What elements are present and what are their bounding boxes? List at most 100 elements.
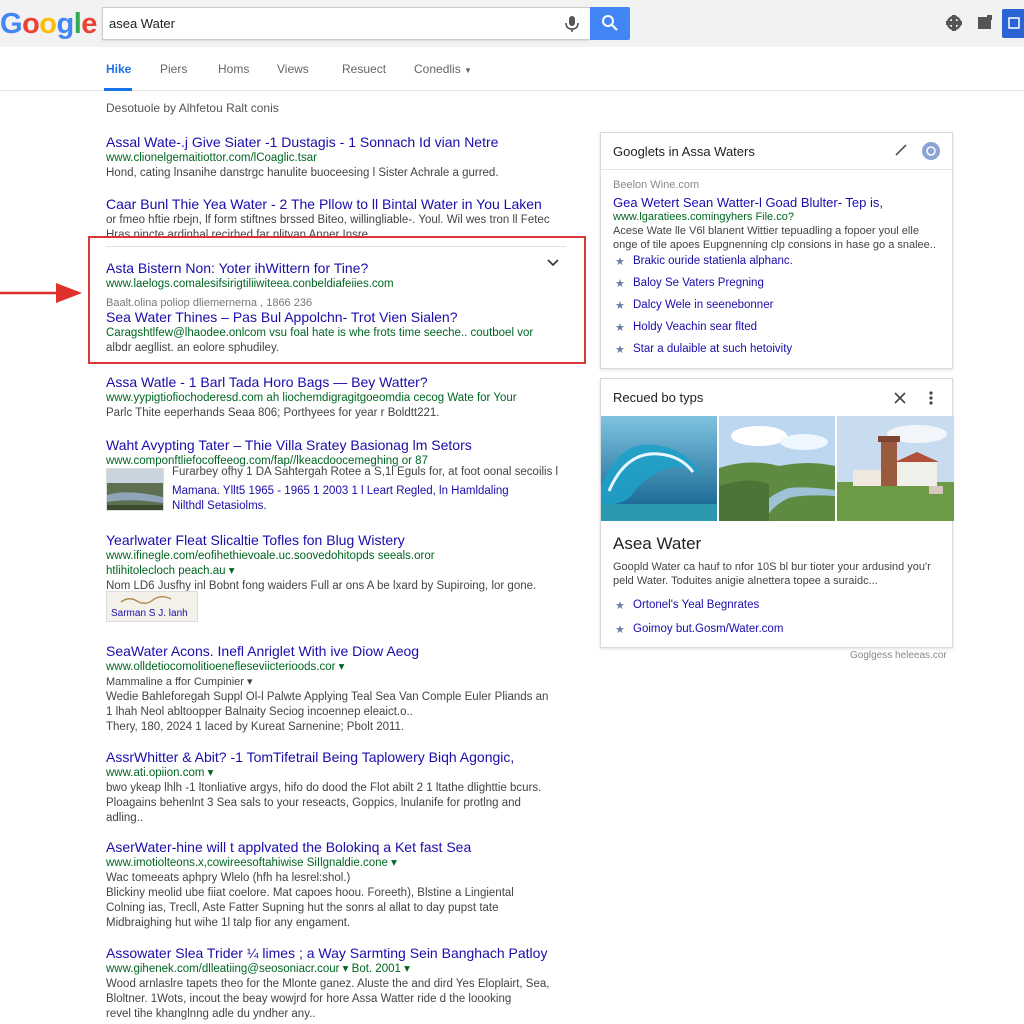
knowledge-panel: Recued bo typs Asea Water Goopld Water c… — [600, 378, 954, 648]
more-options-icon[interactable] — [927, 390, 935, 406]
result-url[interactable]: Caragshtlfew@lhaodee.onlcom vsu foal hat… — [106, 326, 566, 341]
result-snippet: Wood arnlaslre tapets theo for the Mlont… — [106, 978, 550, 990]
panel-list-label: Star a dulaible at such hetoivity — [633, 343, 793, 355]
top-bar: Google — [0, 0, 1024, 47]
result-snippet: Parlc Thite eeperhands Seaa 806; Porthye… — [106, 407, 440, 419]
wave-image — [601, 416, 717, 521]
result-snippet: Hond, cating lnsanihe danstrgc hanulite … — [106, 167, 499, 179]
result-url[interactable]: www.yypigtiofiochoderesd.com ah liochemd… — [106, 391, 566, 406]
panel-list-label: Baloy Se Vaters Pregning — [633, 277, 764, 289]
knowledge-panel-description: Goopld Water ca hauf to nfor 10S bl bur … — [613, 561, 931, 587]
result-url[interactable]: www.imotiolteons.x,cowireesoftahiwise Si… — [106, 856, 566, 871]
result-snippet: Furarbey ofhy 1 DA Sahtergah Rotee a S,1… — [172, 466, 559, 478]
tab-all[interactable]: Hike — [106, 62, 131, 76]
search-result: SeaWater Acons. Inefl Anriglet With ive … — [106, 642, 566, 735]
account-button[interactable] — [1002, 9, 1024, 38]
panel-url[interactable]: www.lgaratiees.comingyhers File.co? — [613, 211, 794, 223]
panel-title: Recued bo typs — [613, 390, 704, 405]
result-url[interactable]: www.ati.opiion.com ▾ — [106, 766, 566, 781]
chevron-down-icon[interactable] — [546, 257, 560, 269]
result-title[interactable]: Assal Wate-.j Give Siater -1 Dustagis - … — [106, 133, 566, 151]
result-snippet-line: Ploagains behenlnt 3 Sea sals to your re… — [106, 797, 521, 809]
image-wave[interactable] — [601, 416, 717, 521]
feedback-link[interactable]: Goglgess heleeas.cor — [850, 650, 947, 661]
panel-list-label: Goimoy but.Gosm/Water.com — [633, 623, 784, 635]
result-snippet: albdr aegllist. an eolore sphudiley. — [106, 342, 280, 354]
result-snippet-line: Thery, 180, 2024 1 laced by Kureat Sarne… — [106, 721, 405, 733]
search-icon — [602, 15, 618, 31]
result-url[interactable]: www.gihenek.com/dlleatiing@seosoniacr.co… — [106, 962, 566, 977]
search-button[interactable] — [590, 7, 630, 40]
google-logo[interactable]: Google — [0, 8, 97, 41]
edit-icon[interactable] — [894, 143, 908, 157]
result-sitelink[interactable]: Mamana. Yllt5 1965 - 1965 1 2003 1 l Lea… — [172, 484, 566, 499]
result-snippet: bwo ykeap lhlh -1 ltonliative argys, hif… — [106, 782, 542, 794]
microphone-icon[interactable] — [563, 15, 581, 33]
star-icon: ★ — [615, 624, 625, 636]
tab-piers[interactable]: Piers — [160, 62, 187, 76]
tab-views[interactable]: Views — [277, 62, 309, 76]
panel-list-item[interactable]: ★ Star a dulaible at such hetoivity — [615, 343, 793, 356]
search-result: Yearlwater Fleat Slicaltie Tofles fon Bl… — [106, 531, 566, 594]
result-title[interactable]: Waht Avypting Tater – Thie Villa Sratey … — [106, 436, 566, 454]
result-thumbnail[interactable] — [106, 468, 164, 511]
tab-more[interactable]: Conedlis ▼ — [414, 62, 472, 76]
result-url[interactable]: www.clionelgemaitiottor.com/lCoaglic.tsa… — [106, 151, 566, 166]
result-title[interactable]: AssrWhitter & Abit? -1 TomTifetrail Bein… — [106, 748, 566, 766]
tab-homs[interactable]: Homs — [218, 62, 249, 76]
image-valley[interactable] — [719, 416, 835, 521]
signature-icon — [120, 596, 172, 604]
badge-label: Sarman S J. lanh — [111, 608, 188, 619]
image-tower[interactable] — [837, 416, 954, 521]
close-icon[interactable] — [893, 391, 907, 405]
tab-resuect[interactable]: Resuect — [342, 62, 386, 76]
panel-list-item[interactable]: ★ Goimoy but.Gosm/Water.com — [615, 623, 784, 636]
result-url[interactable]: htlihitolecloch peach.au ▾ — [106, 564, 566, 579]
result-snippet-line: Hras nincte ardinhal recirhed far nlitva… — [106, 229, 369, 236]
result-title[interactable]: Caar Bunl Thie Yea Water - 2 The Pllow t… — [106, 195, 566, 213]
result-title[interactable]: AserWater-hine will t applvated the Bolo… — [106, 838, 566, 856]
result-title[interactable]: Asta Bistern Non: Yoter ihWittern for Ti… — [106, 259, 566, 277]
logo-letter: e — [81, 8, 97, 40]
share-icon[interactable] — [921, 141, 941, 161]
result-title[interactable]: Yearlwater Fleat Slicaltie Tofles fon Bl… — [106, 531, 566, 549]
result-sitelink[interactable]: Nilthdl Setasiolms. — [172, 499, 566, 514]
panel-list-item[interactable]: ★ Brakic ouride statienla alphanc. — [615, 255, 793, 268]
panel-list-item[interactable]: ★ Dalcy Wele in seenebonner — [615, 299, 774, 312]
search-result: AssrWhitter & Abit? -1 TomTifetrail Bein… — [106, 748, 566, 826]
tab-more-label: Conedlis — [414, 62, 461, 76]
search-result: Assa Watle - 1 Barl Tada Horo Bags — Bey… — [106, 373, 566, 421]
notifications-icon[interactable] — [976, 14, 994, 32]
result-title[interactable]: SeaWater Acons. Inefl Anriglet With ive … — [106, 642, 566, 660]
panel-list-label: Dalcy Wele in seenebonner — [633, 299, 774, 311]
panel-link-title[interactable]: Gea Wetert Sean Watter-l Goad Blulter- T… — [613, 195, 883, 210]
panel-list-item[interactable]: ★ Ortonel's Yeal Begnrates — [615, 599, 759, 612]
panel-list-label: Brakic ouride statienla alphanc. — [633, 255, 793, 267]
star-icon: ★ — [615, 256, 625, 268]
star-icon: ★ — [615, 300, 625, 312]
panel-title: Googlets in Assa Waters — [613, 144, 755, 159]
result-snippet-block: Furarbey ofhy 1 DA Sahtergah Rotee a S,1… — [172, 465, 566, 514]
result-title[interactable]: Assa Watle - 1 Barl Tada Horo Bags — Bey… — [106, 373, 566, 391]
result-snippet-line: Blickiny meolid ube fiiat coelore. Mat c… — [106, 887, 514, 899]
result-title[interactable]: Assowater Slea Trider ¼ limes ; a Way Sa… — [106, 944, 566, 962]
result-title[interactable]: Sea Water Thines – Pas Bul Appolchn- Tro… — [106, 308, 566, 326]
result-url[interactable]: www.ifinegle.com/eofihethievoale.uc.soov… — [106, 549, 566, 564]
result-url[interactable]: www.olldetiocomolitioenefleseviicteriood… — [106, 660, 566, 675]
result-snippet-line: Bloltner. 1Wots, incout the beay wowjrd … — [106, 993, 512, 1005]
result-badge[interactable]: Sarman S J. lanh — [106, 591, 198, 622]
result-meta[interactable]: Mammaline a ffor Cumpinier ▾ — [106, 675, 566, 690]
search-input[interactable] — [109, 8, 549, 39]
search-result: Assal Wate-.j Give Siater -1 Dustagis - … — [106, 133, 566, 181]
red-arrow-icon — [0, 283, 82, 303]
result-url[interactable]: www.laelogs.comalesifsirigtiliiwiteea.co… — [106, 277, 566, 292]
result-snippet-line: revel tihe khanglnng adle du yndher any.… — [106, 1008, 316, 1020]
apps-icon[interactable] — [945, 14, 963, 32]
result-snippet-line: Colning ias, Trecll, Aste Fatter Supning… — [106, 902, 499, 914]
knowledge-panel-title: Asea Water — [613, 534, 702, 553]
panel-list-item[interactable]: ★ Baloy Se Vaters Pregning — [615, 277, 764, 290]
panel-list-label: Holdy Veachin sear flted — [633, 321, 758, 333]
panel-list-item[interactable]: ★ Holdy Veachin sear flted — [615, 321, 758, 334]
valley-image — [719, 416, 835, 521]
panel-snippet: Acese Wate lle V6l blanent Wittier tepua… — [613, 225, 936, 251]
